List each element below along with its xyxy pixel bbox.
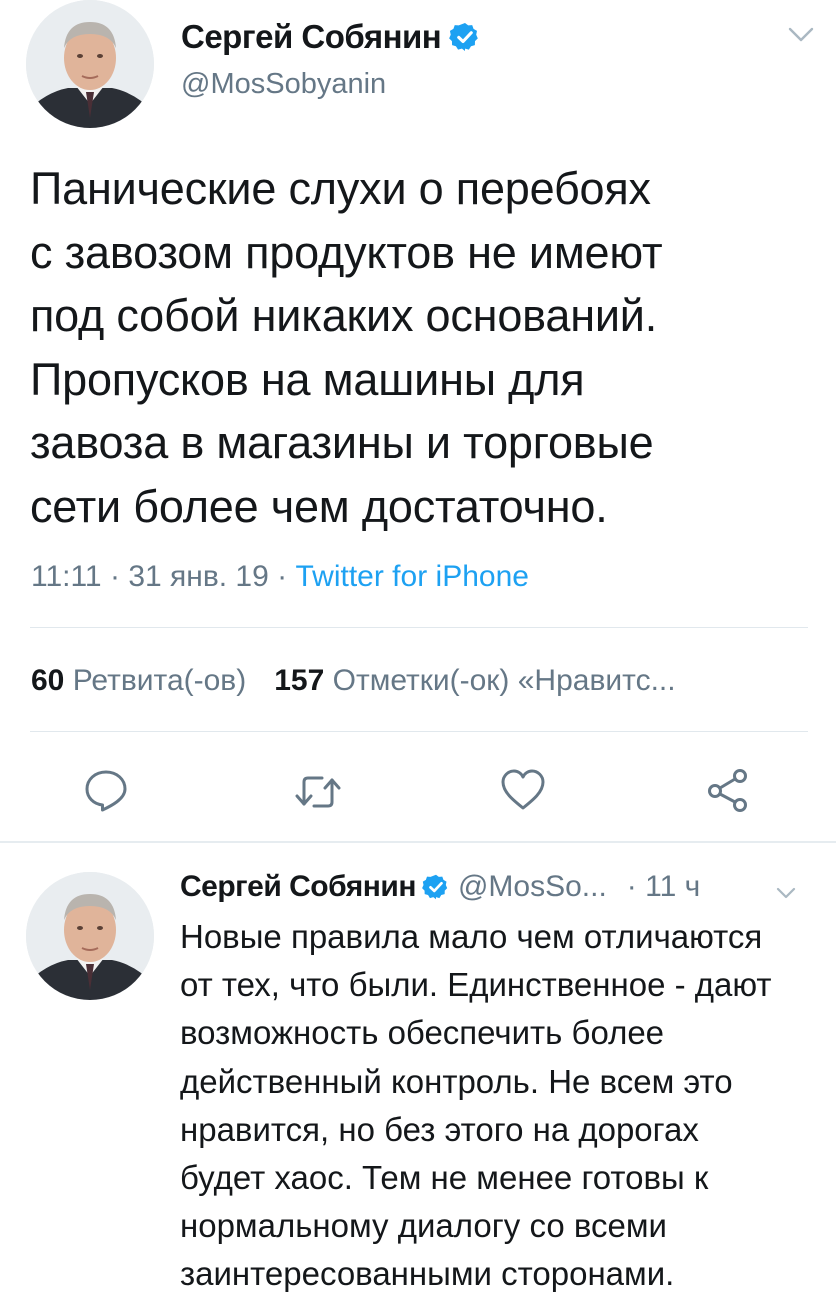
tweet-text: Панические слухи о перебоях с завозом пр… bbox=[30, 157, 820, 538]
meta-separator: · bbox=[109, 560, 120, 593]
likes-count: 157 bbox=[274, 664, 325, 697]
tweet-text-line: сети более чем достаточно. bbox=[30, 480, 608, 532]
tweet-stats: 60 Ретвита(-ов) 157 Отметки(-ок) «Нравитс… bbox=[31, 664, 676, 698]
reply-text-line: Новые правила мало чем отличаются bbox=[180, 918, 763, 955]
verified-badge-icon bbox=[449, 23, 479, 51]
reply-author-handle[interactable]: @MosSo... bbox=[458, 870, 607, 904]
reply-author-avatar[interactable] bbox=[26, 872, 154, 1000]
reply-text: Новые правила мало чем отличаются от тех… bbox=[180, 913, 820, 1299]
chevron-down-icon[interactable] bbox=[776, 886, 796, 900]
reply-time[interactable]: · 11 ч bbox=[627, 870, 700, 904]
retweets-stat[interactable]: 60 Ретвита(-ов) bbox=[31, 664, 246, 697]
share-icon[interactable] bbox=[704, 766, 752, 814]
tweet-text-line: под собой никаких оснований. bbox=[30, 290, 658, 341]
tweet-meta: 11:11 · 31 янв. 19 · Twitter for iPhone bbox=[31, 560, 529, 594]
divider bbox=[30, 627, 808, 628]
author-photo bbox=[26, 0, 154, 128]
divider bbox=[30, 731, 808, 732]
reply-text-line: нормальному диалогу со всеми bbox=[180, 1207, 667, 1245]
tweet-text-line: Пропусков на машины для bbox=[30, 353, 585, 405]
tweet-text-line: Панические слухи о перебоях bbox=[30, 163, 651, 214]
divider bbox=[0, 841, 836, 843]
reply-header: Сергей Собянин @MosSo... · 11 ч bbox=[180, 867, 700, 907]
tweet-text-line: завоза в магазины и торговые bbox=[30, 417, 654, 468]
tweet-date: 31 янв. 19 bbox=[128, 560, 269, 593]
retweets-label: Ретвита(-ов) bbox=[72, 664, 247, 697]
tweet-source-link[interactable]: Twitter for iPhone bbox=[296, 560, 529, 593]
chevron-down-icon[interactable] bbox=[788, 26, 814, 44]
heart-icon[interactable] bbox=[499, 766, 547, 814]
author-photo bbox=[26, 872, 154, 1000]
author-avatar[interactable] bbox=[26, 0, 154, 128]
author-handle[interactable]: @MosSobyanin bbox=[181, 68, 386, 101]
reply-text-line: заинтересованными сторонами. bbox=[180, 1255, 675, 1293]
author-name[interactable]: Сергей Собянин bbox=[181, 18, 442, 56]
retweet-icon[interactable] bbox=[294, 768, 342, 816]
reply-author-name[interactable]: Сергей Собянин bbox=[180, 870, 416, 904]
reply-text-line: будет хаос. Тем не менее готовы к bbox=[180, 1159, 709, 1197]
tweet-time: 11:11 bbox=[31, 560, 102, 593]
verified-badge-icon bbox=[422, 874, 448, 900]
likes-label: Отметки(-ок) «Нравитс... bbox=[332, 664, 676, 697]
reply-text-line: возможность обеспечить более bbox=[180, 1014, 665, 1052]
meta-separator: · bbox=[277, 560, 288, 593]
tweet-text-line: с завозом продуктов не имеют bbox=[30, 226, 663, 278]
likes-stat[interactable]: 157 Отметки(-ок) «Нравитс... bbox=[274, 664, 675, 697]
author-name-row[interactable]: Сергей Собянин bbox=[181, 18, 481, 56]
reply-text-line: от тех, что были. Единственное - дают bbox=[180, 966, 772, 1004]
reply-text-line: действенный контроль. Не всем это bbox=[180, 1062, 733, 1100]
reply-text-line: нравится, но без этого на дорогах bbox=[180, 1110, 699, 1148]
retweets-count: 60 bbox=[31, 664, 65, 697]
reply-icon[interactable] bbox=[82, 766, 130, 814]
